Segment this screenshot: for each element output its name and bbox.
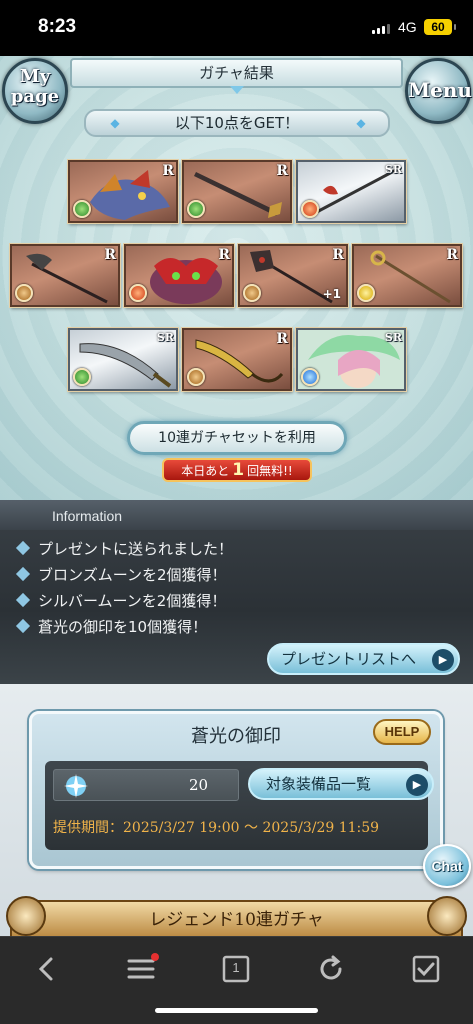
tabs-count: 1 [232, 960, 240, 975]
play-arrow-icon: ▶ [406, 774, 428, 796]
mypage-button[interactable]: My page [2, 58, 68, 124]
list-item: シルバームーンを2個獲得！ [14, 590, 233, 616]
free-badge-prefix: 本日あと [181, 464, 230, 478]
item-panel: 蒼光の御印 HELP 20 対象装備品一覧 ▶ 提供期間：2025/3/27 1… [29, 711, 443, 869]
ornament-icon [6, 896, 46, 936]
rarity-label: SR [384, 163, 402, 176]
help-button[interactable]: HELP [373, 719, 431, 745]
status-bar: 8:23 4G 60 [0, 0, 473, 56]
free-count: 1 [232, 460, 245, 480]
rarity-label: R [332, 247, 344, 263]
information-heading: Information [52, 508, 123, 524]
chat-button[interactable]: Chat [423, 844, 471, 888]
diamond-bullet-icon [15, 592, 31, 608]
diamond-icon: ◆ [356, 116, 366, 130]
earth-element-icon [187, 368, 205, 386]
notification-dot [151, 953, 159, 961]
target-equipment-list-button[interactable]: 対象装備品一覧 ▶ [248, 768, 434, 800]
page-title: ガチャ結果 [199, 64, 274, 82]
diamond-icon: ◆ [110, 116, 120, 130]
checkbox-icon [412, 955, 440, 983]
result-card[interactable]: SR [296, 160, 406, 223]
result-card[interactable]: R [352, 244, 462, 307]
rarity-label: R [446, 247, 458, 263]
fire-element-icon [129, 284, 147, 302]
result-card[interactable]: R [68, 160, 178, 223]
title-arrow-icon [230, 86, 244, 94]
fire-element-icon [301, 200, 319, 218]
present-list-button[interactable]: プレゼントリストへ ▶ [267, 643, 460, 675]
battery-icon: 60 [424, 19, 456, 35]
rarity-label: R [104, 247, 116, 263]
result-banner-text: 以下10点をGET！ [174, 114, 300, 132]
home-indicator [155, 1008, 318, 1013]
water-element-icon [301, 368, 319, 386]
page-title-bar: ガチャ結果 [70, 58, 403, 94]
wind-element-icon [73, 200, 91, 218]
result-card[interactable]: SR [296, 328, 406, 391]
wind-element-icon [187, 200, 205, 218]
signal-icon [372, 24, 390, 34]
panel-inner: 20 対象装備品一覧 ▶ 提供期間：2025/3/27 19:00 〜 2025… [45, 761, 434, 850]
list-item: 蒼光の御印を10個獲得！ [14, 616, 233, 642]
play-arrow-icon: ▶ [432, 649, 454, 671]
diamond-bullet-icon [15, 618, 31, 634]
set-button-label: 10連ガチャセットを利用 [158, 430, 316, 446]
diamond-bullet-icon [15, 540, 31, 556]
result-card[interactable]: SR [68, 328, 178, 391]
info-text: シルバームーンを2個獲得！ [38, 592, 227, 610]
use-10-draw-set-button[interactable]: 10連ガチャセットを利用 [127, 421, 347, 455]
gacha-result-area: ガチャ結果 My page Menu ◆ 以下10点をGET！ ◆ R R SR [0, 56, 473, 500]
result-banner: ◆ 以下10点をGET！ ◆ [84, 109, 390, 137]
back-arrow-icon [38, 957, 53, 981]
free-badge-suffix: 回無料!! [247, 464, 293, 478]
list-item: ブロンズムーンを2個獲得！ [14, 564, 233, 590]
menu-list-button[interactable] [121, 949, 161, 989]
rarity-label: R [276, 163, 288, 179]
legend-banner-label: レジェンド10連ガチャ [149, 910, 324, 930]
rarity-label: R [218, 247, 230, 263]
item-count-box: 20 [53, 769, 239, 801]
ornament-icon [427, 896, 467, 936]
offer-period: 提供期間：2025/3/27 19:00 〜 2025/3/29 11:59 [53, 820, 380, 836]
information-list: プレゼントに送られました！ ブロンズムーンを2個獲得！ シルバームーンを2個獲得… [14, 538, 233, 642]
crest-icon [64, 774, 88, 798]
legend-gacha-banner[interactable]: レジェンド10連ガチャ [6, 896, 467, 940]
wind-element-icon [73, 368, 91, 386]
list-item: プレゼントに送られました！ [14, 538, 233, 564]
equip-button-label: 対象装備品一覧 [266, 775, 372, 793]
diamond-bullet-icon [15, 566, 31, 582]
earth-element-icon [15, 284, 33, 302]
earth-element-icon [243, 284, 261, 302]
result-card[interactable]: R +1 [238, 244, 348, 307]
free-draw-badge: 本日あと 1 回無料!! [162, 458, 312, 482]
rarity-label: R [162, 163, 174, 179]
status-time: 8:23 [38, 16, 77, 37]
back-button[interactable] [26, 949, 66, 989]
light-element-icon [357, 284, 375, 302]
network-label: 4G [398, 19, 417, 35]
info-text: 蒼光の御印を10個獲得！ [38, 618, 208, 636]
present-list-label: プレゼントリストへ [281, 650, 417, 668]
info-text: プレゼントに送られました！ [38, 540, 234, 558]
tabs-button[interactable]: 1 [216, 949, 256, 989]
result-card[interactable]: R [10, 244, 120, 307]
item-count: 20 [189, 776, 209, 794]
information-section: Information プレゼントに送られました！ ブロンズムーンを2個獲得！ … [0, 500, 473, 684]
reload-icon [320, 955, 342, 980]
info-text: ブロンズムーンを2個獲得！ [38, 566, 227, 584]
bookmark-check-button[interactable] [406, 949, 446, 989]
rarity-label: R [276, 331, 288, 347]
rarity-label: SR [156, 331, 174, 344]
result-card[interactable]: R [182, 160, 292, 223]
result-card[interactable]: R [182, 328, 292, 391]
result-card[interactable]: R [124, 244, 234, 307]
menu-button[interactable]: Menu [405, 58, 472, 124]
item-panel-area: 蒼光の御印 HELP 20 対象装備品一覧 ▶ 提供期間：2025/3/27 1… [0, 684, 473, 940]
reload-button[interactable] [311, 949, 351, 989]
plus-level: +1 [322, 287, 341, 301]
rarity-label: SR [384, 331, 402, 344]
